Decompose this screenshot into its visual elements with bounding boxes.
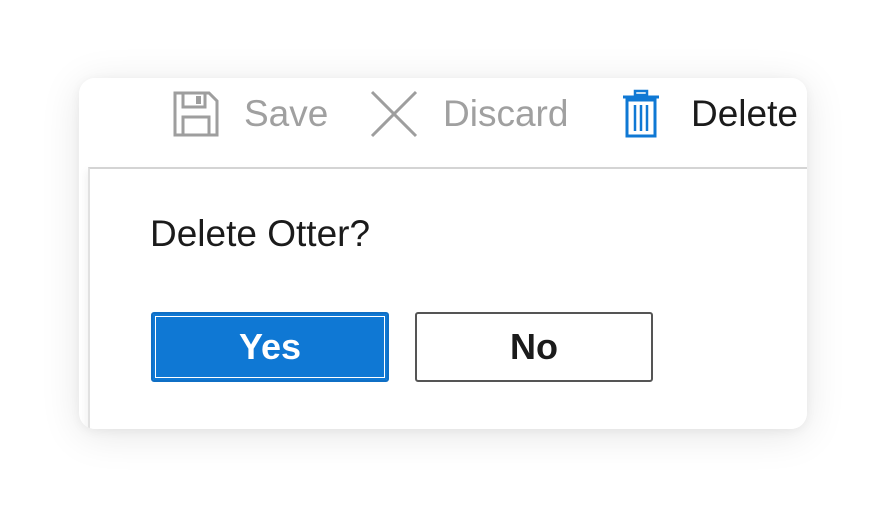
no-button[interactable]: No — [415, 312, 653, 382]
screen: Save Discard Delete Delete Otter? Yes No — [0, 0, 886, 508]
delete-label: Delete — [691, 93, 798, 134]
save-label: Save — [244, 93, 329, 134]
discard-label: Discard — [443, 93, 569, 134]
delete-confirmation-flyout: Delete Otter? Yes No — [88, 167, 807, 429]
trash-icon — [621, 89, 661, 139]
command-bar: Save Discard Delete — [79, 78, 807, 166]
close-icon — [369, 89, 419, 139]
delete-button[interactable]: Delete — [621, 86, 798, 142]
command-bar-card: Save Discard Delete Delete Otter? Yes No — [79, 78, 807, 429]
confirmation-prompt: Delete Otter? — [150, 213, 371, 254]
save-icon — [171, 89, 221, 139]
discard-button[interactable]: Discard — [369, 86, 568, 142]
yes-button[interactable]: Yes — [151, 312, 389, 382]
save-button[interactable]: Save — [171, 86, 328, 142]
